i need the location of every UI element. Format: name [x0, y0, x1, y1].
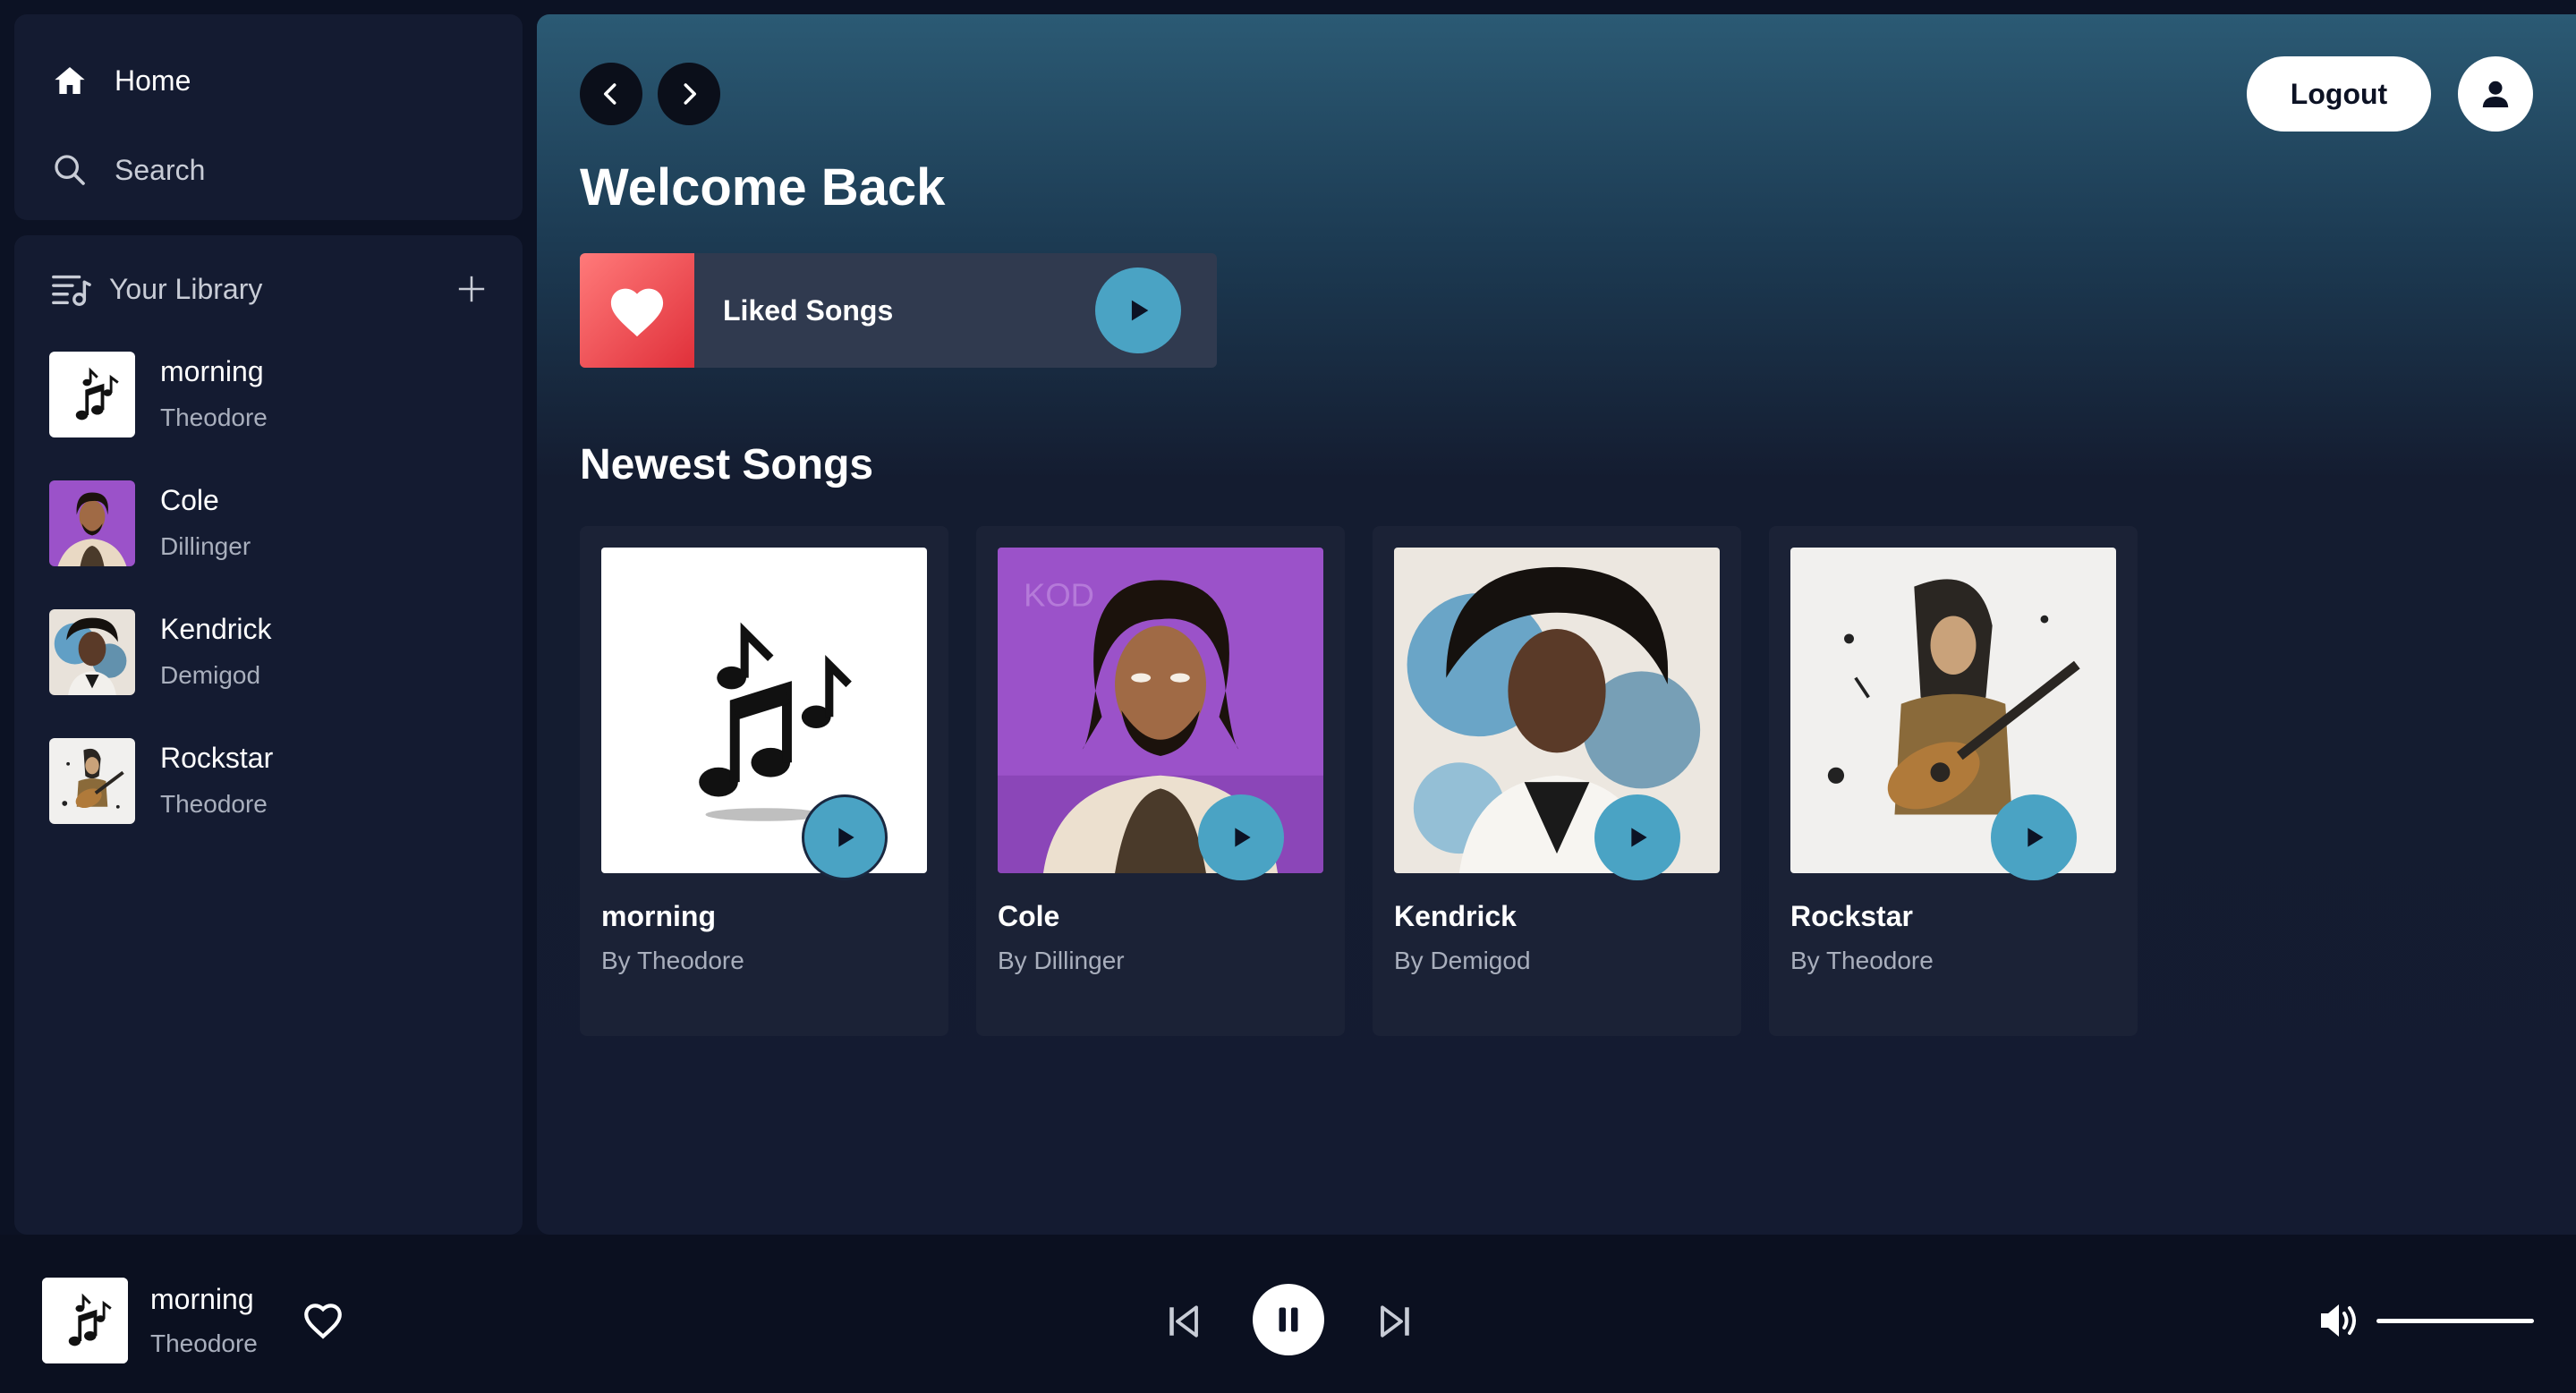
library-item-artist: Demigod	[160, 661, 261, 689]
card-play-button[interactable]	[1198, 794, 1284, 880]
library-icon[interactable]	[50, 268, 109, 310]
kendrick-cover	[49, 609, 135, 695]
nav-home-label: Home	[115, 64, 191, 97]
library-panel: Your Library morning Theodore Cole Dilli…	[14, 235, 523, 1235]
home-icon	[52, 63, 115, 98]
card-artist: By Dillinger	[998, 947, 1125, 974]
main-content: Logout Welcome Back Liked Songs Newest S…	[537, 14, 2576, 1235]
nav-search[interactable]: Search	[52, 143, 523, 197]
svg-text:KOD: KOD	[1024, 577, 1094, 614]
plus-icon	[458, 276, 485, 302]
now-playing-artist: Theodore	[150, 1329, 258, 1357]
card-play-button[interactable]	[1594, 794, 1680, 880]
song-card-kendrick[interactable]: Kendrick By Demigod	[1373, 526, 1741, 1036]
newest-songs-title: Newest Songs	[580, 441, 874, 488]
library-item-artist: Dillinger	[160, 532, 251, 560]
library-item-title: morning	[160, 355, 264, 387]
volume-slider[interactable]	[2376, 1319, 2534, 1323]
card-title: Kendrick	[1394, 900, 1517, 932]
song-card-morning[interactable]: morning By Theodore	[580, 526, 948, 1036]
card-title: Rockstar	[1790, 900, 1913, 932]
library-item-title: Kendrick	[160, 613, 272, 645]
back-button[interactable]	[580, 63, 642, 125]
liked-songs-tile[interactable]: Liked Songs	[580, 253, 1217, 368]
chevron-left-icon	[604, 83, 616, 105]
profile-button[interactable]	[2458, 56, 2533, 132]
heart-outline-icon	[304, 1304, 342, 1339]
add-playlist-button[interactable]	[456, 274, 487, 304]
library-title[interactable]: Your Library	[109, 273, 262, 306]
skip-back-icon	[1169, 1305, 1198, 1338]
music-notes-cover	[49, 352, 135, 437]
library-item-cole[interactable]: Cole Dillinger	[49, 480, 505, 566]
search-icon	[52, 152, 115, 188]
now-playing-title: morning	[150, 1283, 254, 1315]
library-header: Your Library	[50, 262, 487, 316]
sidebar-nav: Home Search	[14, 14, 523, 220]
library-item-rockstar[interactable]: Rockstar Theodore	[49, 738, 505, 824]
song-card-rockstar[interactable]: Rockstar By Theodore	[1769, 526, 2138, 1036]
play-icon	[2028, 828, 2044, 847]
user-icon	[2482, 81, 2509, 107]
library-item-title: Rockstar	[160, 742, 274, 774]
volume-icon	[2321, 1304, 2356, 1337]
card-artist: By Theodore	[601, 947, 744, 974]
chevron-right-icon	[684, 83, 696, 105]
volume-button[interactable]	[2317, 1301, 2360, 1345]
liked-songs-play-button[interactable]	[1095, 268, 1181, 353]
library-item-title: Cole	[160, 484, 219, 516]
library-item-morning[interactable]: morning Theodore	[49, 352, 505, 437]
play-icon	[1235, 828, 1251, 847]
card-artist: By Demigod	[1394, 947, 1531, 974]
heart-icon	[610, 288, 664, 337]
nav-search-label: Search	[115, 153, 206, 186]
library-item-artist: Theodore	[160, 403, 268, 431]
rockstar-cover	[49, 738, 135, 824]
library-item-artist: Theodore	[160, 790, 268, 818]
play-icon	[1631, 828, 1647, 847]
play-icon	[1131, 300, 1149, 321]
card-title: Cole	[998, 900, 1060, 932]
card-play-button[interactable]	[802, 794, 888, 880]
pause-button[interactable]	[1253, 1284, 1324, 1355]
liked-songs-art	[580, 253, 694, 368]
previous-button[interactable]	[1165, 1301, 1203, 1346]
library-list: morning Theodore Cole Dillinger Kendrick…	[49, 352, 505, 867]
skip-forward-icon	[1381, 1305, 1409, 1338]
card-play-button[interactable]	[1991, 794, 2077, 880]
song-card-cole[interactable]: KOD Cole By Dillinger	[976, 526, 1345, 1036]
forward-button[interactable]	[658, 63, 720, 125]
like-button[interactable]	[301, 1299, 345, 1345]
card-title: morning	[601, 900, 716, 932]
next-button[interactable]	[1376, 1301, 1414, 1346]
pause-icon	[1279, 1307, 1298, 1332]
play-icon	[838, 828, 854, 847]
logout-button[interactable]: Logout	[2247, 56, 2431, 132]
page-title: Welcome Back	[580, 158, 946, 217]
player-bar: morning Theodore	[0, 1235, 2576, 1393]
nav-home[interactable]: Home	[52, 54, 523, 107]
library-item-kendrick[interactable]: Kendrick Demigod	[49, 609, 505, 695]
liked-songs-label: Liked Songs	[723, 293, 894, 327]
card-artist: By Theodore	[1790, 947, 1934, 974]
now-playing-cover	[42, 1278, 128, 1363]
cole-cover	[49, 480, 135, 566]
